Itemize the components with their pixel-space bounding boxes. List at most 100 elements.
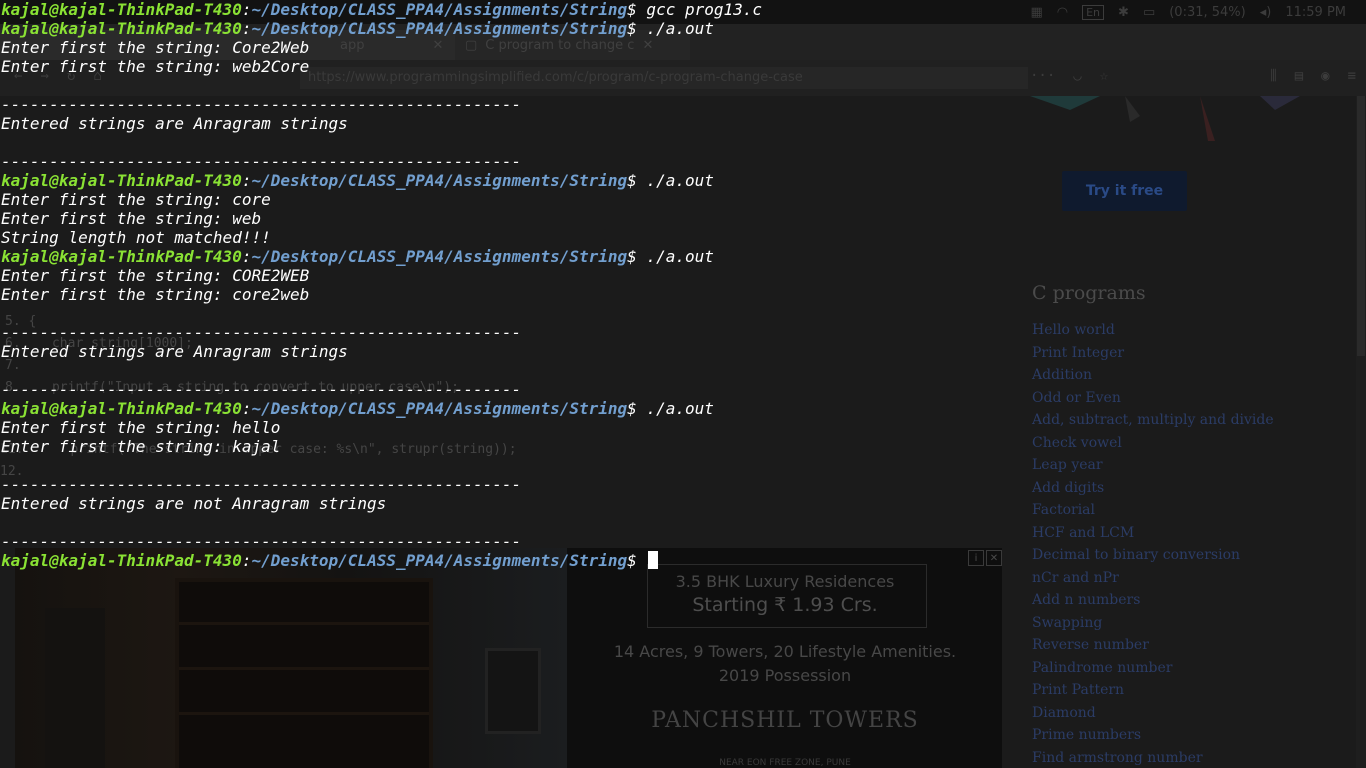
output-line: String length not matched!!! <box>1 228 271 247</box>
prompt-dollar: $ <box>627 19 637 38</box>
wifi-icon[interactable]: ◠ <box>1057 5 1068 20</box>
command-text: ./a.out <box>636 399 714 418</box>
separator-line: ----------------------------------------… <box>1 95 522 114</box>
ad-possession: 2019 Possession <box>718 666 852 685</box>
terminal-prompt-line: kajal@kajal-ThinkPad-T430:~/Desktop/CLAS… <box>1 247 762 266</box>
output-line: Enter first the string: web <box>1 209 262 228</box>
program-link[interactable]: Addition <box>1032 365 1274 388</box>
bookshelf-image <box>175 578 433 768</box>
program-link[interactable]: Print Integer <box>1032 343 1274 366</box>
prompt-dollar: $ <box>627 0 637 19</box>
program-link[interactable]: Print Pattern <box>1032 680 1274 703</box>
prompt-user-host: kajal@kajal-ThinkPad-T430 <box>1 551 242 570</box>
prompt-user-host: kajal@kajal-ThinkPad-T430 <box>1 399 242 418</box>
program-link[interactable]: Factorial <box>1032 500 1274 523</box>
separator-line: ----------------------------------------… <box>1 152 522 171</box>
separator-line: ----------------------------------------… <box>1 532 522 551</box>
terminal-cursor[interactable] <box>648 551 659 569</box>
plant-image <box>45 608 105 768</box>
toolbar-icons: ⫼ ▤ ◉ ≡ <box>1270 68 1356 84</box>
prompt-path: ~/Desktop/CLASS_PPA4/Assignments/String <box>251 551 628 570</box>
more-icon[interactable]: ··· <box>1030 68 1055 84</box>
output-line: Enter first the string: core <box>1 190 271 209</box>
ad-brand: PANCHSHIL TOWERS <box>651 708 919 733</box>
program-link[interactable]: Add n numbers <box>1032 590 1274 613</box>
program-link[interactable]: Diamond <box>1032 703 1274 726</box>
prompt-path: ~/Desktop/CLASS_PPA4/Assignments/String <box>251 399 628 418</box>
output-line: Entered strings are not Anragram strings <box>1 494 387 513</box>
terminal-output[interactable]: kajal@kajal-ThinkPad-T430:~/Desktop/CLAS… <box>1 0 762 570</box>
output-line: Enter first the string: Core2Web <box>1 38 310 57</box>
illustration <box>1030 96 1300 141</box>
program-link[interactable]: Hello world <box>1032 320 1274 343</box>
program-link[interactable]: Reverse number <box>1032 635 1274 658</box>
program-link[interactable]: Add digits <box>1032 478 1274 501</box>
output-line: Enter first the string: CORE2WEB <box>1 266 310 285</box>
volume-icon[interactable]: ◂) <box>1260 5 1272 20</box>
prompt-path: ~/Desktop/CLASS_PPA4/Assignments/String <box>251 0 628 19</box>
program-link[interactable]: Swapping <box>1032 613 1274 636</box>
bluetooth-icon[interactable]: ✱ <box>1118 5 1129 20</box>
program-link[interactable]: Leap year <box>1032 455 1274 478</box>
program-link[interactable]: Prime numbers <box>1032 725 1274 748</box>
program-link[interactable]: Find armstrong number <box>1032 748 1274 768</box>
terminal-prompt-line: kajal@kajal-ThinkPad-T430:~/Desktop/CLAS… <box>1 19 762 38</box>
ad-headline: 3.5 BHK Luxury Residences <box>675 572 895 591</box>
network-icon[interactable]: ▦ <box>1030 5 1042 20</box>
pocket-icon[interactable]: ◡ <box>1073 68 1081 84</box>
command-text: ./a.out <box>636 247 714 266</box>
keyboard-indicator[interactable]: En <box>1082 4 1105 20</box>
ad-controls: i ✕ <box>968 550 1002 566</box>
program-link[interactable]: Palindrome number <box>1032 658 1274 681</box>
prompt-user-host: kajal@kajal-ThinkPad-T430 <box>1 19 242 38</box>
try-it-free-button[interactable]: Try it free <box>1062 171 1187 211</box>
command-text <box>637 551 647 570</box>
clock[interactable]: 11:59 PM <box>1285 5 1346 20</box>
prompt-dollar: $ <box>627 399 637 418</box>
prompt-dollar: $ <box>627 171 637 190</box>
account-icon[interactable]: ◉ <box>1321 68 1329 84</box>
ad-location: NEAR EON FREE ZONE, PUNE <box>719 758 851 768</box>
output-line: Enter first the string: kajal <box>1 437 281 456</box>
program-link[interactable]: Add, subtract, multiply and divide <box>1032 410 1274 433</box>
sidebar-title: C programs <box>1032 282 1146 304</box>
battery-status: (0:31, 54%) <box>1169 4 1246 20</box>
output-line: Enter first the string: web2Core <box>1 57 310 76</box>
prompt-path: ~/Desktop/CLASS_PPA4/Assignments/String <box>251 171 628 190</box>
program-link[interactable]: HCF and LCM <box>1032 523 1274 546</box>
program-link[interactable]: nCr and nPr <box>1032 568 1274 591</box>
star-icon[interactable]: ☆ <box>1100 68 1108 84</box>
wall-art <box>485 648 541 734</box>
program-link[interactable]: Decimal to binary conversion <box>1032 545 1274 568</box>
ad-copy: 3.5 BHK Luxury Residences Starting ₹ 1.9… <box>575 548 1002 768</box>
library-icon[interactable]: ⫼ <box>1270 68 1276 84</box>
close-icon[interactable]: ✕ <box>986 550 1002 566</box>
ad-price: Starting ₹ 1.93 Crs. <box>692 594 878 616</box>
page-scroll-thumb[interactable] <box>1357 96 1365 356</box>
terminal-prompt-line: kajal@kajal-ThinkPad-T430:~/Desktop/CLAS… <box>1 171 762 190</box>
output-line: Entered strings are Anragram strings <box>1 114 348 133</box>
terminal-prompt-line: kajal@kajal-ThinkPad-T430:~/Desktop/CLAS… <box>1 551 762 570</box>
ad-info-icon[interactable]: i <box>968 550 984 566</box>
prompt-path: ~/Desktop/CLASS_PPA4/Assignments/String <box>251 19 628 38</box>
prompt-dollar: $ <box>627 247 637 266</box>
program-link[interactable]: Check vowel <box>1032 433 1274 456</box>
system-tray: ▦ ◠ En ✱ ▭ (0:31, 54%) ◂) 11:59 PM <box>1030 0 1366 24</box>
prompt-user-host: kajal@kajal-ThinkPad-T430 <box>1 171 242 190</box>
menu-icon[interactable]: ≡ <box>1348 68 1356 84</box>
c-programs-list: Hello world Print Integer Addition Odd o… <box>1032 320 1274 768</box>
terminal-prompt-line: kajal@kajal-ThinkPad-T430:~/Desktop/CLAS… <box>1 0 762 19</box>
advertisement[interactable]: 3.5 BHK Luxury Residences Starting ₹ 1.9… <box>15 548 1002 768</box>
program-link[interactable]: Odd or Even <box>1032 388 1274 411</box>
output-line: Enter first the string: core2web <box>1 285 310 304</box>
page-actions: ··· ◡ ☆ <box>1030 68 1108 84</box>
sidebar-icon[interactable]: ▤ <box>1295 68 1303 84</box>
battery-icon[interactable]: ▭ <box>1143 5 1155 20</box>
command-text: ./a.out <box>636 19 714 38</box>
prompt-user-host: kajal@kajal-ThinkPad-T430 <box>1 247 242 266</box>
